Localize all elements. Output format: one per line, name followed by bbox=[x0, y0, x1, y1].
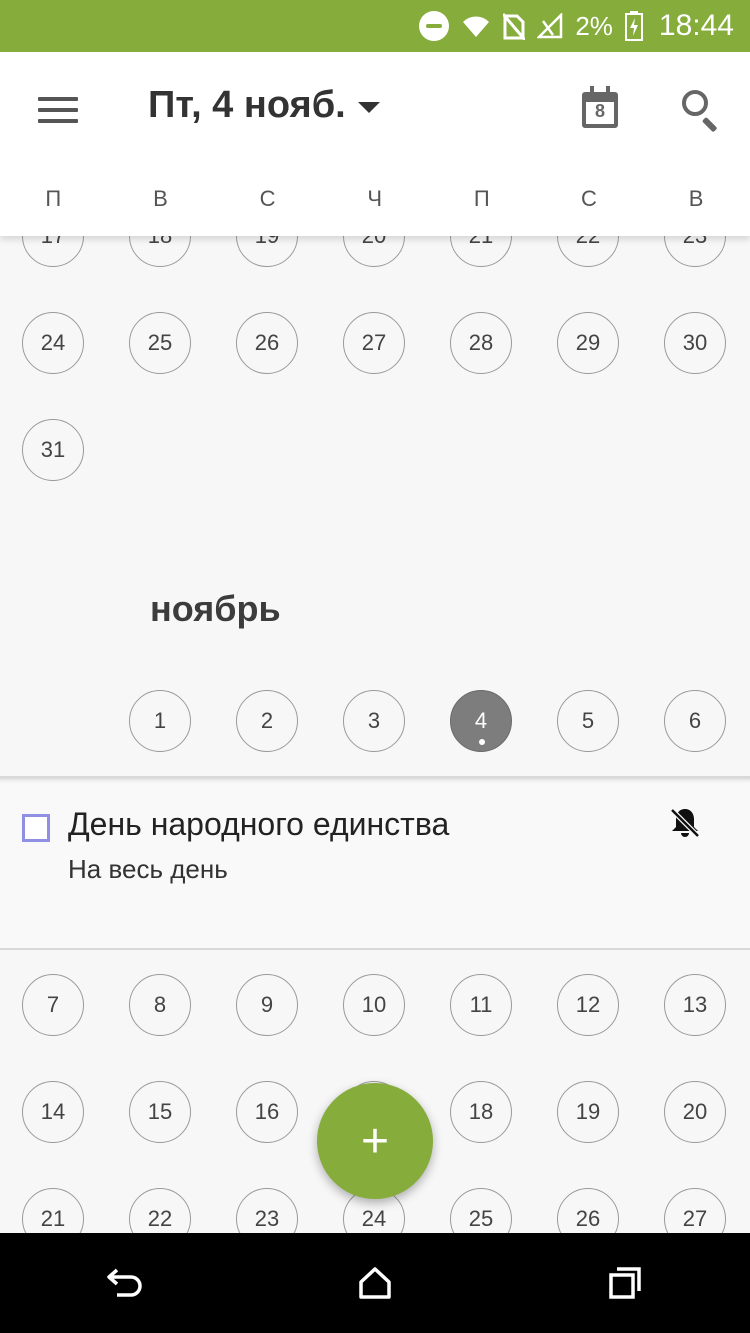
wifi-icon bbox=[461, 0, 491, 52]
recents-icon[interactable] bbox=[595, 1253, 655, 1313]
do-not-disturb-icon bbox=[419, 0, 450, 52]
day-button[interactable]: 15 bbox=[129, 1081, 191, 1143]
day-button[interactable]: 30 bbox=[664, 312, 726, 374]
day-button[interactable]: 8 bbox=[129, 974, 191, 1036]
status-bar: 2% 18:44 bbox=[0, 0, 750, 52]
weekday-label: Ч bbox=[367, 186, 383, 211]
weekday-label: П bbox=[45, 186, 62, 211]
home-icon[interactable] bbox=[345, 1253, 405, 1313]
calendar-app: 2% 18:44 Пт, 4 нояб. 8 П В С Ч П С В 24 … bbox=[0, 0, 750, 1333]
day-button[interactable]: 25 bbox=[129, 312, 191, 374]
caret-down-icon bbox=[357, 102, 380, 113]
day-button[interactable]: 2 bbox=[236, 690, 298, 752]
selected-day-button[interactable]: 4 bbox=[450, 690, 512, 752]
day-button[interactable]: 20 bbox=[664, 1081, 726, 1143]
day-button[interactable]: 10 bbox=[343, 974, 405, 1036]
day-button[interactable]: 6 bbox=[664, 690, 726, 752]
day-button[interactable]: 29 bbox=[557, 312, 619, 374]
weekday-label: П bbox=[473, 186, 491, 211]
add-event-button[interactable]: + bbox=[317, 1083, 433, 1199]
week-row: 31 bbox=[0, 419, 750, 481]
day-button[interactable]: 27 bbox=[343, 312, 405, 374]
event-title[interactable]: День народного единства bbox=[68, 806, 449, 843]
weekday-label: В bbox=[688, 186, 704, 211]
day-button[interactable]: 16 bbox=[236, 1081, 298, 1143]
day-button[interactable]: 9 bbox=[236, 974, 298, 1036]
system-nav-bar bbox=[0, 1233, 750, 1333]
day-button[interactable]: 24 bbox=[22, 312, 84, 374]
plus-icon: + bbox=[360, 1114, 390, 1168]
back-icon[interactable] bbox=[95, 1253, 155, 1313]
notifications-off-icon[interactable] bbox=[668, 806, 702, 840]
day-button[interactable]: 12 bbox=[557, 974, 619, 1036]
date-dropdown[interactable]: Пт, 4 нояб. bbox=[148, 84, 380, 127]
weekday-label: С bbox=[259, 186, 276, 211]
day-button[interactable]: 14 bbox=[22, 1081, 84, 1143]
hamburger-menu-icon[interactable] bbox=[34, 90, 82, 130]
today-calendar-icon[interactable]: 8 bbox=[578, 84, 622, 132]
event-time: На весь день bbox=[68, 854, 228, 884]
day-button[interactable]: 1 bbox=[129, 690, 191, 752]
day-button[interactable]: 3 bbox=[343, 690, 405, 752]
date-title: Пт, 4 нояб. bbox=[148, 84, 346, 126]
day-button[interactable]: 26 bbox=[236, 312, 298, 374]
day-button[interactable]: 28 bbox=[450, 312, 512, 374]
event-panel: День народного единства На весь день bbox=[0, 776, 750, 950]
day-button[interactable]: 19 bbox=[557, 1081, 619, 1143]
battery-percent: 2% bbox=[575, 10, 613, 41]
weekday-header: П В С Ч П С В bbox=[0, 186, 750, 212]
month-label: ноябрь bbox=[150, 588, 281, 629]
week-row: 24 25 26 27 28 29 30 bbox=[0, 312, 750, 374]
app-bar: Пт, 4 нояб. 8 П В С Ч П С В bbox=[0, 52, 750, 236]
day-button[interactable]: 5 bbox=[557, 690, 619, 752]
day-button[interactable]: 7 bbox=[22, 974, 84, 1036]
week-row: 7 8 9 10 11 12 13 bbox=[0, 974, 750, 1036]
search-icon[interactable] bbox=[678, 86, 722, 133]
signal-icon bbox=[537, 0, 563, 52]
today-number: 8 bbox=[594, 101, 605, 121]
weekday-label: С bbox=[580, 186, 598, 211]
battery-charging-icon bbox=[624, 0, 643, 52]
day-button[interactable]: 31 bbox=[22, 419, 84, 481]
day-button[interactable]: 11 bbox=[450, 974, 512, 1036]
status-time: 18:44 bbox=[658, 9, 734, 42]
event-color-checkbox[interactable] bbox=[22, 814, 50, 842]
week-row: 1 2 3 4 5 6 bbox=[0, 690, 750, 752]
day-button[interactable]: 13 bbox=[664, 974, 726, 1036]
day-button[interactable]: 18 bbox=[450, 1081, 512, 1143]
weekday-label: В bbox=[153, 186, 169, 211]
no-sim-icon bbox=[503, 0, 526, 52]
